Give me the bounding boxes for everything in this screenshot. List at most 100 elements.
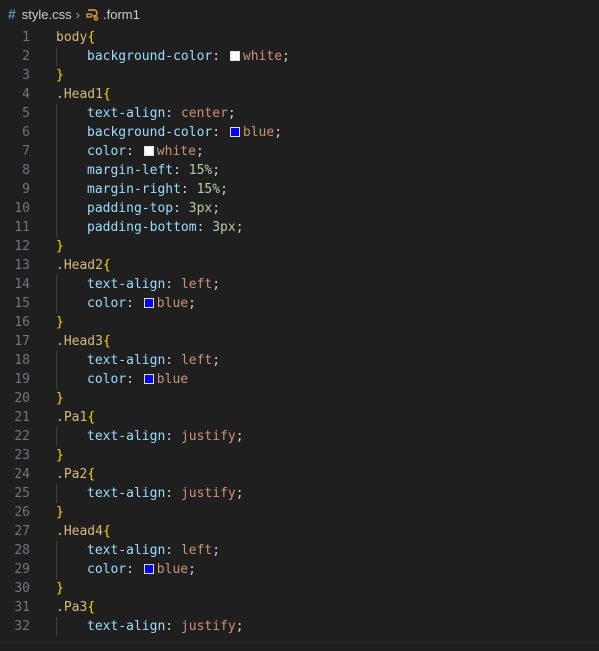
code-line[interactable]: 26} xyxy=(0,503,599,522)
css-value: justify xyxy=(180,486,236,501)
code-line[interactable]: 22 text-align: justify; xyxy=(0,427,599,446)
css-selector: body xyxy=(56,30,88,45)
css-property: text-align xyxy=(87,543,166,558)
close-brace: } xyxy=(56,68,64,83)
css-property: color xyxy=(87,372,127,387)
line-number: 29 xyxy=(14,562,30,577)
close-brace: } xyxy=(56,505,64,520)
code-text: } xyxy=(56,313,64,332)
css-value: left xyxy=(180,543,213,558)
code-line[interactable]: 2 background-color: white; xyxy=(0,47,599,66)
code-line[interactable]: 29 color: blue; xyxy=(0,560,599,579)
code-line[interactable]: 25 text-align: justify; xyxy=(0,484,599,503)
code-text: } xyxy=(56,446,64,465)
code-line[interactable]: 3} xyxy=(0,66,599,85)
code-line[interactable]: 30} xyxy=(0,579,599,598)
color-swatch-icon[interactable] xyxy=(143,374,154,384)
css-value: justify xyxy=(180,619,236,634)
color-swatch-icon[interactable] xyxy=(143,564,154,574)
close-brace: } xyxy=(56,239,64,254)
line-number: 32 xyxy=(14,619,30,634)
code-text: .Pa3{ xyxy=(56,598,95,617)
code-line[interactable]: 27 .Head4{ xyxy=(0,522,599,541)
code-line[interactable]: 19 color: blue xyxy=(0,370,599,389)
colon: : xyxy=(165,429,181,444)
code-line[interactable]: 32 text-align: justify; xyxy=(0,617,599,636)
hash-icon: # xyxy=(8,6,16,22)
code-line[interactable]: 14 text-align: left; xyxy=(0,275,599,294)
line-number: 5 xyxy=(22,106,30,121)
code-line[interactable]: 18 text-align: left; xyxy=(0,351,599,370)
color-swatch-icon[interactable] xyxy=(229,51,240,61)
code-line[interactable]: 8 margin-left: 15%; xyxy=(0,161,599,180)
code-line[interactable]: 20} xyxy=(0,389,599,408)
code-line[interactable]: 31 .Pa3{ xyxy=(0,598,599,617)
code-text: padding-top: 3px; xyxy=(56,199,220,218)
code-text: text-align: justify; xyxy=(56,484,244,503)
code-line[interactable]: 12} xyxy=(0,237,599,256)
code-line[interactable]: 4 .Head1{ xyxy=(0,85,599,104)
line-number: 17 xyxy=(14,334,30,349)
code-line[interactable]: 28 text-align: left; xyxy=(0,541,599,560)
css-selector: .Pa1 xyxy=(56,410,88,425)
code-line[interactable]: 11 padding-bottom: 3px; xyxy=(0,218,599,237)
breadcrumb-file[interactable]: style.css xyxy=(22,7,72,22)
code-line[interactable]: 5 text-align: center; xyxy=(0,104,599,123)
colon: : xyxy=(165,619,181,634)
code-line[interactable]: 24 .Pa2{ xyxy=(0,465,599,484)
horizontal-scrollbar[interactable] xyxy=(0,642,599,651)
code-line[interactable]: 23} xyxy=(0,446,599,465)
css-property: color xyxy=(87,144,127,159)
code-line[interactable]: 21 .Pa1{ xyxy=(0,408,599,427)
semicolon: ; xyxy=(212,277,221,292)
breadcrumb-symbol[interactable]: .form1 xyxy=(103,7,140,22)
line-number: 27 xyxy=(14,524,30,539)
indent-guide xyxy=(56,123,57,142)
css-value: center xyxy=(180,106,228,121)
color-swatch-icon[interactable] xyxy=(229,127,240,137)
indent-guide xyxy=(56,47,57,66)
css-value: white xyxy=(242,49,283,64)
code-line[interactable]: 6 background-color: blue; xyxy=(0,123,599,142)
code-line[interactable]: 7 color: white; xyxy=(0,142,599,161)
css-property: color xyxy=(87,296,127,311)
code-line[interactable]: 13 .Head2{ xyxy=(0,256,599,275)
open-brace: { xyxy=(87,600,96,615)
line-number: 30 xyxy=(14,581,30,596)
semicolon: ; xyxy=(235,486,244,501)
css-property: text-align xyxy=(87,353,166,368)
code-line[interactable]: 15 color: blue; xyxy=(0,294,599,313)
close-brace: } xyxy=(56,391,64,406)
semicolon: ; xyxy=(188,562,196,577)
semicolon: ; xyxy=(212,201,221,216)
line-number: 10 xyxy=(14,201,30,216)
code-line[interactable]: 9 margin-right: 15%; xyxy=(0,180,599,199)
colon: : xyxy=(126,372,142,387)
line-number: 20 xyxy=(14,391,30,406)
code-line[interactable]: 10 padding-top: 3px; xyxy=(0,199,599,218)
code-text: background-color: white; xyxy=(56,47,290,66)
css-selector: .Pa3 xyxy=(56,600,88,615)
line-number: 1 xyxy=(22,30,30,45)
code-line[interactable]: 1 body{ xyxy=(0,28,599,47)
indent-guide xyxy=(56,560,57,579)
colon: : xyxy=(165,353,181,368)
css-number-value: 15% xyxy=(188,163,213,178)
indent-guide xyxy=(56,541,57,560)
code-line[interactable]: 17 .Head3{ xyxy=(0,332,599,351)
code-text: .Pa2{ xyxy=(56,465,95,484)
color-swatch-icon[interactable] xyxy=(143,298,154,308)
color-swatch-icon[interactable] xyxy=(143,146,154,156)
code-text: } xyxy=(56,66,64,85)
css-property: padding-top xyxy=(87,201,174,216)
code-line[interactable]: 16} xyxy=(0,313,599,332)
css-property: text-align xyxy=(87,619,166,634)
colon: : xyxy=(180,182,197,197)
line-number: 2 xyxy=(22,49,30,64)
code-editor[interactable]: 1 body {2 background-color: white; 3} 4 .Head1… xyxy=(0,28,599,642)
line-number: 25 xyxy=(14,486,30,501)
css-value: left xyxy=(180,353,213,368)
line-number: 23 xyxy=(14,448,30,463)
css-selector: .Head1 xyxy=(56,87,103,102)
line-number: 24 xyxy=(14,467,30,482)
